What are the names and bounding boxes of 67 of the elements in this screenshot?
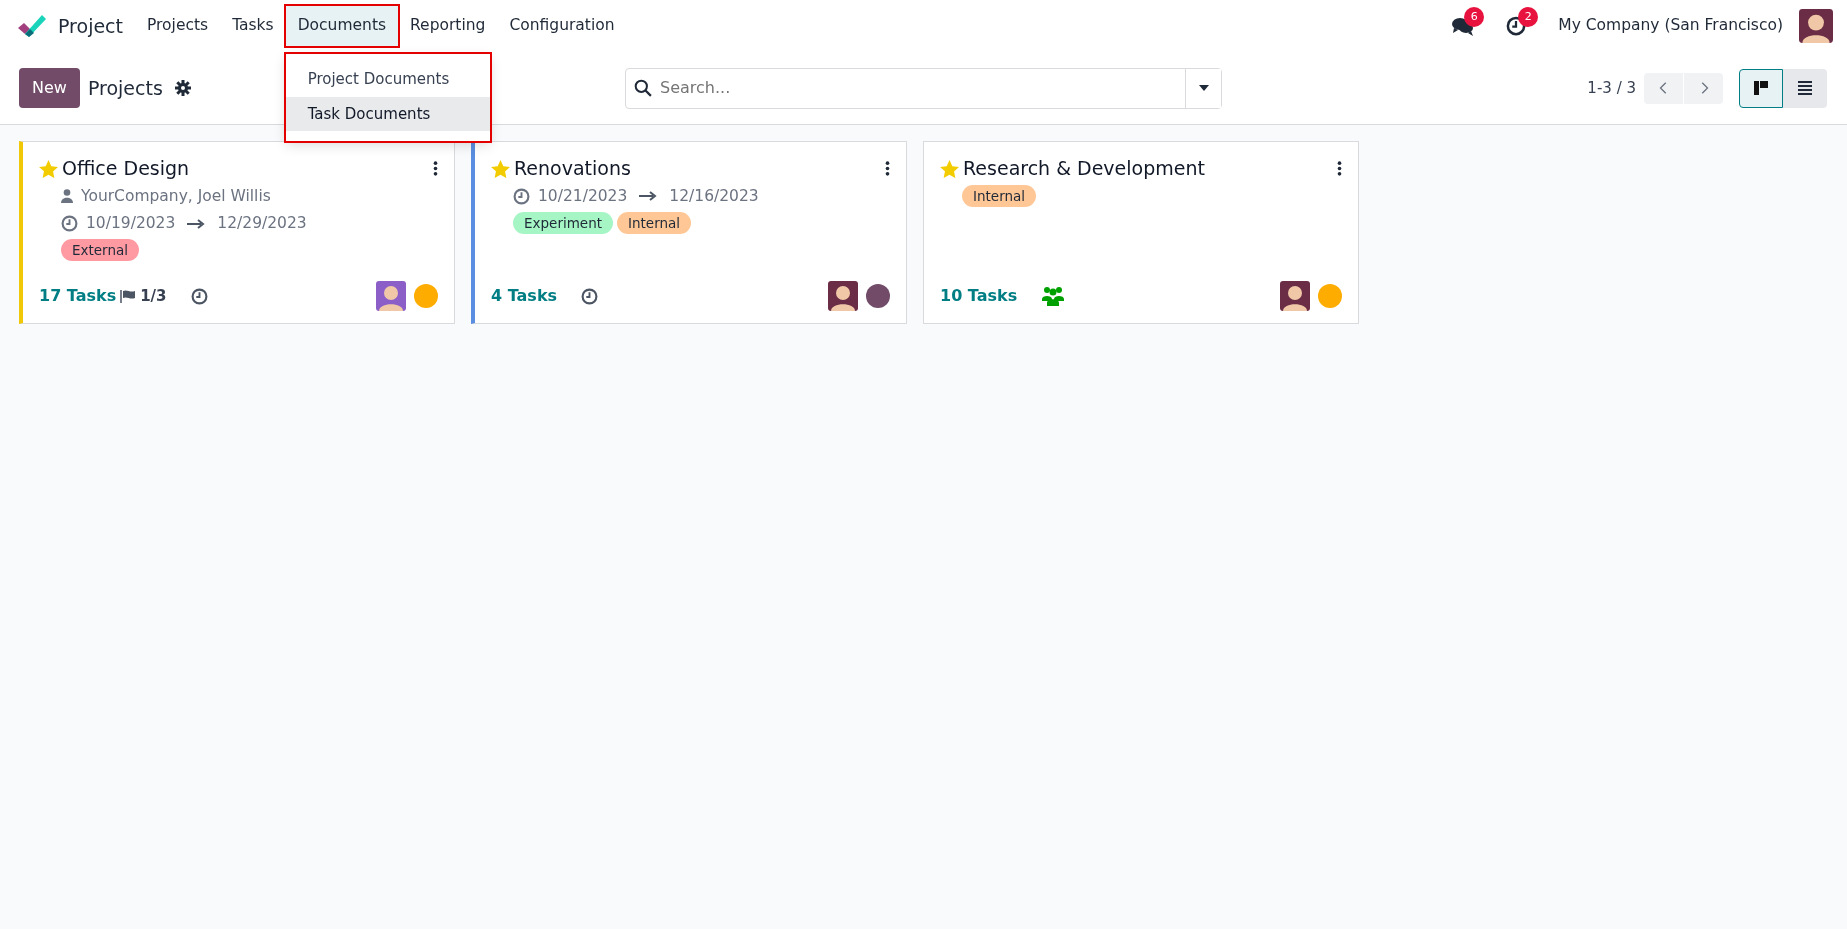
kanban-icon [1753, 80, 1769, 97]
arrow-icon [639, 191, 658, 202]
kanban-view-button[interactable] [1739, 68, 1783, 108]
tag: External [61, 239, 139, 262]
flag-icon [120, 289, 137, 303]
arrow-icon [187, 218, 206, 229]
more-options-icon[interactable] [885, 161, 890, 176]
end-date: 12/16/2023 [669, 185, 759, 207]
activity-clock-icon[interactable] [581, 287, 599, 305]
tasks-link[interactable]: 4 Tasks [491, 284, 558, 308]
search-bar[interactable]: Search... [625, 67, 1222, 109]
status-dot[interactable] [1318, 284, 1342, 308]
card-title: Research & Development [963, 156, 1205, 181]
card-title: Renovations [514, 156, 631, 181]
search-field[interactable]: Search... [656, 68, 1185, 108]
person-icon [61, 189, 73, 204]
search-icon [634, 79, 652, 97]
menu-item[interactable]: Reporting [398, 6, 498, 46]
tag: Internal [617, 211, 692, 234]
tag: Experiment [513, 211, 613, 234]
avatar [376, 281, 406, 311]
menu-item[interactable]: Documents [285, 6, 399, 46]
start-date: 10/19/2023 [86, 212, 176, 234]
message-count-badge: 6 [1464, 6, 1485, 27]
list-icon [1797, 80, 1813, 97]
start-date: 10/21/2023 [538, 185, 628, 207]
activity-count-badge: 2 [1518, 6, 1539, 27]
date-clock-icon [513, 187, 530, 205]
breadcrumb-title: Projects [87, 75, 163, 101]
company-name[interactable]: My Company (San Francisco) [1558, 14, 1783, 38]
activity-clock-icon[interactable] [1506, 16, 1527, 37]
star-icon[interactable] [39, 159, 58, 178]
people-icon[interactable] [1041, 286, 1066, 306]
tag: Internal [962, 184, 1037, 207]
star-icon[interactable] [940, 159, 959, 178]
app-logo-icon[interactable] [18, 14, 46, 38]
menu-item[interactable]: Tasks [220, 6, 286, 46]
list-view-button[interactable] [1783, 68, 1827, 108]
menu-item[interactable]: Projects [135, 6, 221, 46]
tasks-link[interactable]: 17 Tasks [39, 284, 117, 308]
more-options-icon[interactable] [433, 161, 438, 176]
card-title: Office Design [62, 156, 190, 181]
app-name[interactable]: Project [58, 11, 123, 41]
caret-icon [1197, 84, 1210, 93]
filter-toggle-button[interactable] [1185, 68, 1221, 108]
user-avatar[interactable] [1799, 9, 1833, 43]
project-card[interactable]: Office Design YourCompany, Joel Willis 10/19/2023 12/29/2023 External 17 Tasks 1/3 [19, 141, 455, 324]
dropdown-item[interactable]: Project Documents [285, 62, 490, 97]
dropdown-item[interactable]: Task Documents [285, 96, 490, 132]
more-options-icon[interactable] [1337, 161, 1342, 176]
status-dot[interactable] [414, 284, 438, 308]
activity-clock-icon[interactable] [190, 287, 208, 305]
end-date: 12/29/2023 [217, 212, 307, 234]
project-card[interactable]: Renovations 10/21/2023 12/16/2023 Experiment Internal 4 Tasks [471, 141, 907, 324]
project-card[interactable]: Research & Development Internal 10 Tasks [923, 141, 1359, 324]
milestone-count: 1/3 [140, 285, 167, 307]
avatar [828, 281, 858, 311]
new-button[interactable]: New [19, 68, 80, 108]
avatar [1280, 281, 1310, 311]
pager-value: 1-3 / 3 [1587, 77, 1636, 99]
star-icon[interactable] [491, 159, 510, 178]
settings-icon[interactable] [174, 80, 191, 97]
tasks-link[interactable]: 10 Tasks [940, 284, 1018, 308]
date-clock-icon [61, 215, 78, 233]
partner-name: YourCompany, Joel Willis [81, 185, 271, 207]
status-dot[interactable] [866, 284, 890, 308]
menu-item[interactable]: Configuration [497, 6, 627, 46]
